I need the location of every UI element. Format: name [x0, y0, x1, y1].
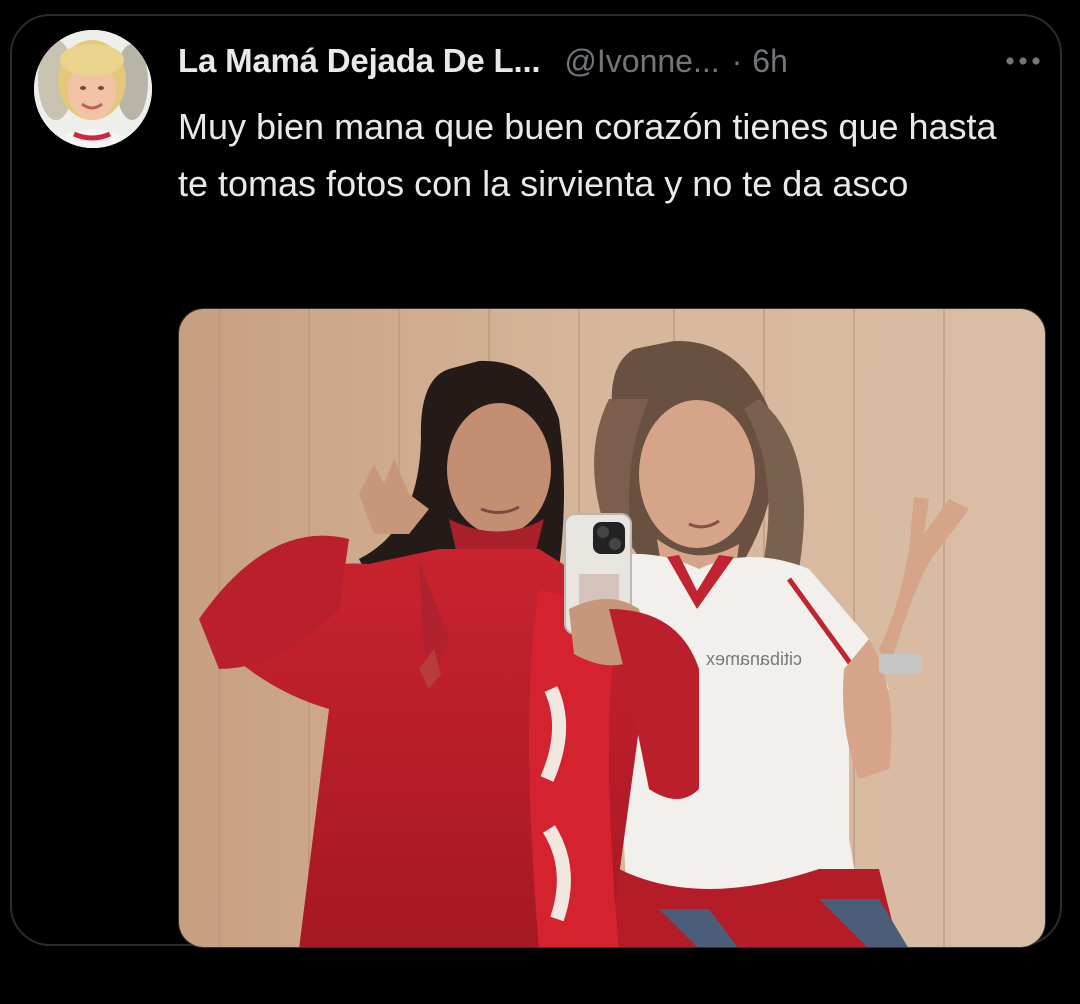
more-horizontal-icon: [1006, 57, 1040, 65]
display-name[interactable]: La Mamá Dejada De L...: [178, 42, 541, 80]
more-options-button[interactable]: [1000, 44, 1046, 78]
avatar[interactable]: [34, 30, 152, 148]
tweet-text: Muy bien mana que buen corazón tienes qu…: [178, 106, 997, 204]
tweet-photo[interactable]: citibanamex: [178, 308, 1046, 948]
avatar-image: [34, 30, 152, 148]
photo-image: citibanamex: [179, 309, 1045, 947]
separator-dot: ·: [731, 42, 743, 79]
shirt-logo-text: citibanamex: [706, 649, 802, 669]
timestamp[interactable]: 6h: [752, 43, 788, 80]
tweet-header: La Mamá Dejada De L... @Ivonne... · 6h: [178, 36, 788, 86]
username-handle[interactable]: @Ivonne...: [564, 43, 719, 80]
